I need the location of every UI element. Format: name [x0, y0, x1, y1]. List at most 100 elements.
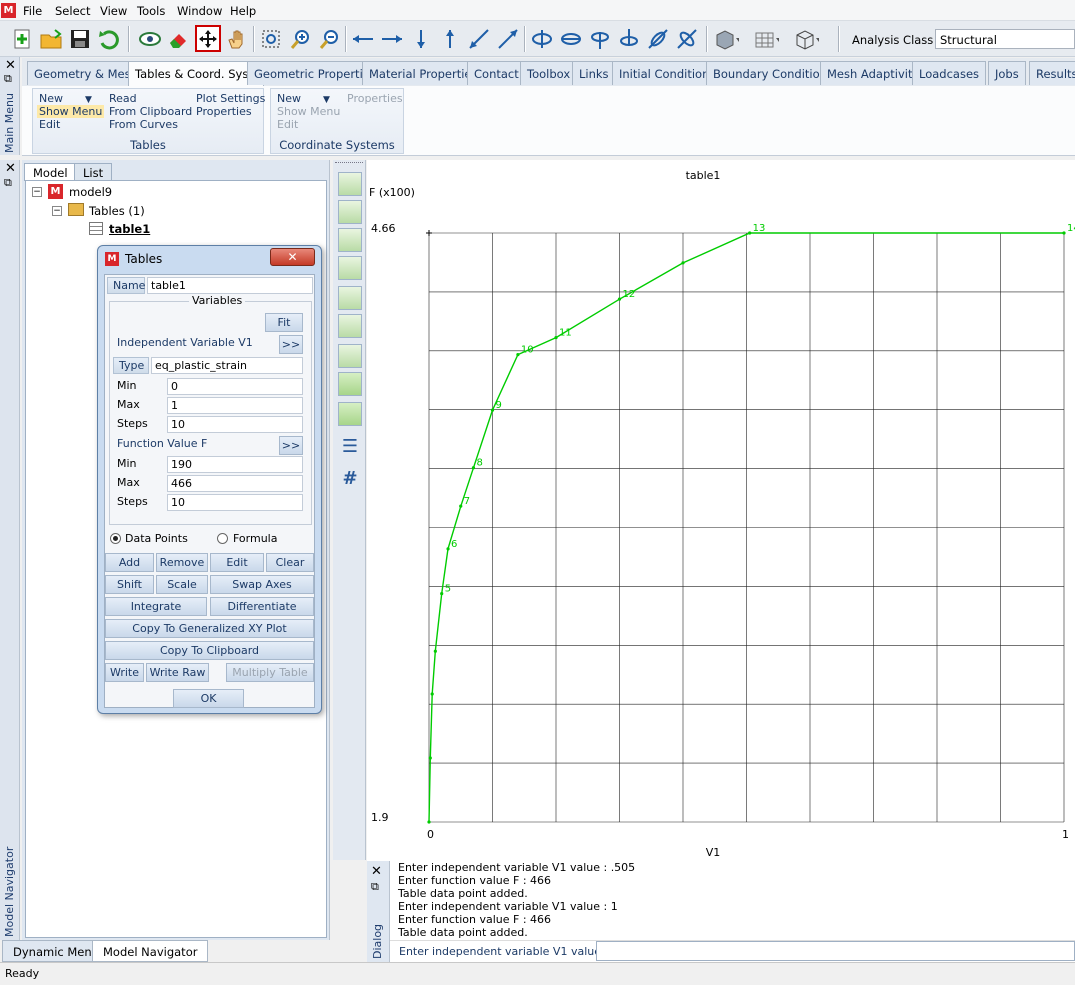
remove-button[interactable]: Remove	[156, 553, 208, 572]
swap-axes-button[interactable]: Swap Axes	[210, 575, 314, 594]
float-panel-icon[interactable]: ⧉	[4, 72, 12, 86]
v-min-field[interactable]: 0	[167, 378, 303, 395]
float-panel-icon[interactable]: ⧉	[4, 176, 12, 190]
collapse-icon[interactable]: −	[52, 206, 62, 216]
translate-up-icon[interactable]	[437, 25, 463, 52]
translate-right-icon[interactable]	[379, 25, 405, 52]
solid-cube-icon[interactable]	[338, 344, 362, 368]
hash-label-icon[interactable]: #	[338, 468, 362, 492]
rotate-diag-1-icon[interactable]	[466, 25, 492, 52]
zoom-in-icon[interactable]	[287, 25, 313, 52]
plane-2-icon[interactable]	[338, 402, 362, 426]
tab-mesh-adaptivity[interactable]: Mesh Adaptivity	[820, 61, 927, 85]
tab-tables-coord[interactable]: Tables & Coord. Syst.	[128, 61, 264, 86]
command-input[interactable]	[596, 941, 1075, 961]
menu-file[interactable]: File	[23, 4, 42, 18]
f-min-field[interactable]: 190	[167, 456, 303, 473]
differentiate-button[interactable]: Differentiate	[210, 597, 314, 616]
name-field[interactable]: table1	[147, 277, 313, 294]
rotate-y-neg-icon[interactable]	[616, 25, 642, 52]
pointer-list-icon[interactable]: ☰	[338, 436, 362, 460]
tables-properties-button[interactable]: Properties	[196, 105, 252, 118]
coord-properties-button[interactable]: Properties	[347, 92, 403, 105]
formula-radio[interactable]	[217, 533, 228, 544]
tree-node-table1[interactable]: table1	[109, 222, 150, 236]
rotate-z-pos-icon[interactable]	[645, 25, 671, 52]
write-raw-button[interactable]: Write Raw	[146, 663, 209, 682]
tables-from-clipboard-button[interactable]: From Clipboard	[109, 105, 192, 118]
zoom-out-icon[interactable]	[316, 25, 342, 52]
tables-show-menu-button[interactable]: Show Menu	[37, 105, 105, 118]
tables-read-button[interactable]: Read	[109, 92, 137, 105]
grip-handle[interactable]	[335, 162, 363, 166]
indep-expand-button[interactable]: >>	[279, 335, 303, 354]
tables-edit-button[interactable]: Edit	[39, 118, 60, 131]
v-steps-field[interactable]: 10	[167, 416, 303, 433]
close-icon[interactable]: ✕	[5, 161, 16, 176]
f-max-field[interactable]: 466	[167, 475, 303, 492]
pan-hand-icon[interactable]	[224, 25, 250, 52]
plane-icon[interactable]	[338, 372, 362, 396]
edit-button[interactable]: Edit	[210, 553, 264, 572]
close-icon[interactable]: ✕	[371, 864, 382, 879]
save-icon[interactable]	[67, 25, 93, 52]
tab-loadcases[interactable]: Loadcases	[912, 61, 987, 85]
menu-select[interactable]: Select	[55, 4, 90, 18]
copy-to-xy-plot-button[interactable]: Copy To Generalized XY Plot	[105, 619, 314, 638]
tree-node-model[interactable]: model9	[69, 185, 112, 199]
coord-show-menu-button[interactable]: Show Menu	[277, 105, 340, 118]
float-panel-icon[interactable]: ⧉	[371, 880, 379, 894]
tab-links[interactable]: Links	[572, 61, 616, 85]
multiply-table-button[interactable]: Multiply Table	[226, 663, 314, 682]
rotate-diag-2-icon[interactable]	[495, 25, 521, 52]
zoom-box-icon[interactable]	[258, 25, 284, 52]
tab-list[interactable]: List	[74, 163, 113, 181]
menu-tools[interactable]: Tools	[137, 4, 165, 18]
translate-left-icon[interactable]	[350, 25, 376, 52]
f-steps-field[interactable]: 10	[167, 494, 303, 511]
clear-button[interactable]: Clear	[266, 553, 314, 572]
eye-grid-icon[interactable]	[338, 286, 362, 310]
tables-plot-settings-button[interactable]: Plot Settings	[196, 92, 265, 105]
close-icon[interactable]: ✕	[5, 58, 16, 73]
shift-button[interactable]: Shift	[105, 575, 154, 594]
copy-to-clipboard-button[interactable]: Copy To Clipboard	[105, 641, 314, 660]
type-field[interactable]: eq_plastic_strain	[151, 357, 303, 374]
open-folder-icon[interactable]	[38, 25, 64, 52]
v-max-field[interactable]: 1	[167, 397, 303, 414]
rotate-y-pos-icon[interactable]	[587, 25, 613, 52]
new-file-icon[interactable]	[9, 25, 35, 52]
tables-new-button[interactable]: New ▼	[39, 92, 92, 105]
cube-wire-icon[interactable]	[793, 25, 819, 52]
tables-from-curves-button[interactable]: From Curves	[109, 118, 178, 131]
menu-window[interactable]: Window	[177, 4, 222, 18]
dotted-grid-icon[interactable]	[338, 314, 362, 338]
fit-view-icon[interactable]	[195, 25, 221, 52]
analysis-class-select[interactable]: Structural	[935, 29, 1075, 49]
rotate-x-neg-icon[interactable]	[558, 25, 584, 52]
check-grid-icon[interactable]	[338, 200, 362, 224]
integrate-button[interactable]: Integrate	[105, 597, 207, 616]
coord-new-button[interactable]: New ▼	[277, 92, 330, 105]
tab-model-navigator[interactable]: Model Navigator	[92, 940, 209, 962]
rotate-x-pos-icon[interactable]	[529, 25, 555, 52]
func-expand-button[interactable]: >>	[279, 436, 303, 455]
coord-edit-button[interactable]: Edit	[277, 118, 298, 131]
menu-view[interactable]: View	[100, 4, 127, 18]
fit-button[interactable]: Fit	[265, 313, 303, 332]
collapse-icon[interactable]: −	[32, 187, 42, 197]
write-button[interactable]: Write	[105, 663, 144, 682]
tab-model[interactable]: Model	[24, 163, 77, 181]
menu-help[interactable]: Help	[230, 4, 256, 18]
translate-down-icon[interactable]	[408, 25, 434, 52]
eraser-icon[interactable]	[166, 25, 192, 52]
add-button[interactable]: Add	[105, 553, 154, 572]
tree-node-tables[interactable]: Tables (1)	[89, 204, 145, 218]
tab-contact[interactable]: Contact	[467, 61, 526, 85]
eye-view-icon[interactable]	[137, 25, 163, 52]
data-points-radio[interactable]	[110, 533, 121, 544]
scale-button[interactable]: Scale	[156, 575, 208, 594]
tab-results[interactable]: Results	[1029, 61, 1075, 85]
tab-toolbox[interactable]: Toolbox	[520, 61, 578, 85]
visibility-grid-icon[interactable]	[338, 256, 362, 280]
